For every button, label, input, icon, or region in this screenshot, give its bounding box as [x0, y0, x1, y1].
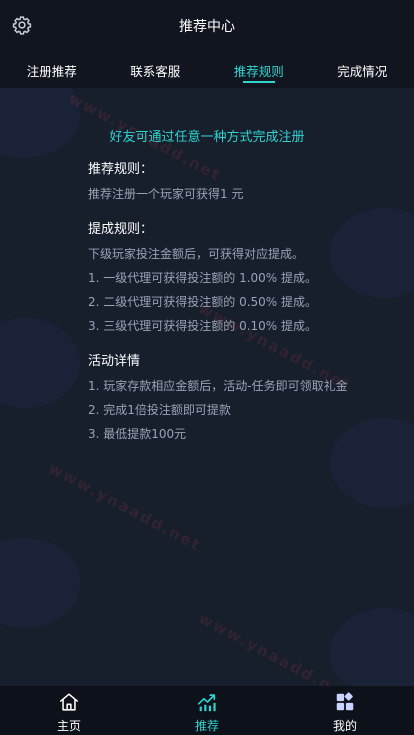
rules-list: 推荐规则： 推荐注册一个玩家可获得1 元 提成规则： 下级玩家投注金额后，可获得… [88, 160, 388, 460]
tab-completion-status[interactable]: 完成情况 [311, 52, 414, 88]
trend-chart-icon [197, 694, 216, 712]
rule-line: 3. 三级代理可获得投注额的 0.10% 提成。 [88, 319, 318, 333]
nav-home[interactable]: 主页 [0, 686, 138, 735]
tab-customer-service[interactable]: 联系客服 [104, 52, 208, 88]
tab-register-referral[interactable]: 注册推荐 [0, 52, 104, 88]
rule-line: 2. 完成1倍投注额即可提款 [88, 403, 231, 417]
recommend-rules-section: 推荐规则： 推荐注册一个玩家可获得1 元 [88, 160, 388, 206]
bottom-nav: 主页 推荐 我的 [0, 686, 414, 735]
section-title: 活动详情 [88, 354, 141, 369]
rule-line: 2. 二级代理可获得投注额的 0.50% 提成。 [88, 295, 318, 309]
commission-rules-section: 提成规则： 下级玩家投注金额后，可获得对应提成。 1. 一级代理可获得投注额的 … [88, 220, 388, 338]
app-root: 推荐中心 注册推荐 联系客服 推荐规则 完成情况 www.ynaadd.net … [0, 0, 414, 735]
nav-profile[interactable]: 我的 [276, 686, 414, 735]
grid-icon [336, 692, 354, 711]
rule-line: 下级玩家投注金额后，可获得对应提成。 [88, 247, 305, 261]
gear-icon[interactable] [12, 15, 32, 35]
rule-line: 1. 玩家存款相应金额后，活动-任务即可领取礼金 [88, 379, 348, 393]
rule-line: 3. 最低提款100元 [88, 427, 187, 441]
home-icon [59, 693, 79, 711]
tab-referral-rules[interactable]: 推荐规则 [207, 52, 311, 88]
header: 推荐中心 [0, 0, 414, 52]
rule-line: 1. 一级代理可获得投注额的 1.00% 提成。 [88, 271, 318, 285]
section-title: 提成规则： [88, 222, 154, 237]
nav-label: 推荐 [194, 719, 219, 733]
intro-text: 好友可通过任意一种方式完成注册 [109, 130, 305, 145]
page-title: 推荐中心 [179, 19, 235, 35]
rule-line: 推荐注册一个玩家可获得1 元 [88, 187, 244, 201]
rules-content: www.ynaadd.net www.ynaadd.net www.ynaadd… [0, 88, 414, 686]
activity-details-section: 活动详情 1. 玩家存款相应金额后，活动-任务即可领取礼金 2. 完成1倍投注额… [88, 352, 388, 446]
tab-bar: 注册推荐 联系客服 推荐规则 完成情况 [0, 52, 414, 88]
nav-label: 我的 [332, 719, 357, 733]
nav-label: 主页 [56, 719, 81, 733]
nav-referral[interactable]: 推荐 [138, 686, 276, 735]
section-title: 推荐规则： [88, 162, 154, 177]
